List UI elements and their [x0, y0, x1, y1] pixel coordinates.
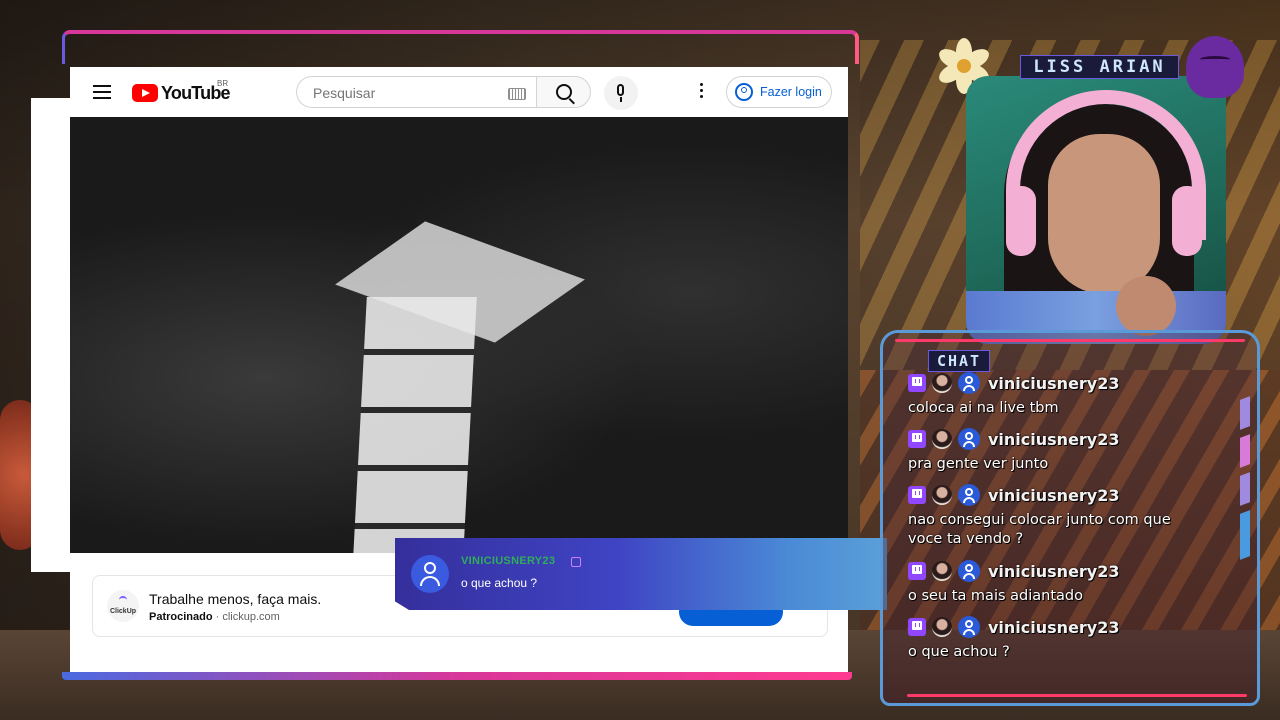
- twitch-icon: [908, 486, 926, 504]
- chat-username: viniciusnery23: [988, 429, 1120, 449]
- search-input[interactable]: [311, 83, 505, 103]
- chat-title: CHAT: [936, 352, 982, 370]
- video-player[interactable]: [70, 117, 848, 553]
- chat-text: o que achou ?: [908, 644, 1010, 660]
- chat-message: viniciusnery23 o que achou ?: [908, 615, 1208, 662]
- more-options-icon[interactable]: [700, 83, 704, 101]
- user-avatar-icon: [411, 555, 449, 593]
- youtube-header: YouTube BR Fazer login: [70, 67, 848, 117]
- neon-frame-top: [62, 30, 859, 64]
- headphone-cup-left: [1006, 186, 1036, 256]
- chat-message: viniciusnery23 nao consegui colocar junt…: [908, 483, 1178, 549]
- search-button[interactable]: [536, 76, 591, 108]
- user-photo-icon: [932, 561, 952, 581]
- user-badge-icon: [958, 560, 980, 582]
- webcam-feed: [966, 76, 1226, 344]
- country-code: BR: [217, 79, 229, 88]
- advertiser-logo: ClickUp: [107, 590, 139, 622]
- ad-meta: Patrocinado · clickup.com: [149, 611, 280, 623]
- chat-text: pra gente ver junto: [908, 456, 1049, 472]
- streamer-name: LISS ARIAN: [1033, 57, 1166, 77]
- user-photo-icon: [932, 485, 952, 505]
- ad-domain[interactable]: clickup.com: [222, 611, 279, 623]
- user-badge-icon: [958, 372, 980, 394]
- user-photo-icon: [932, 373, 952, 393]
- video-frame-lit-walkway: [353, 297, 477, 553]
- search-icon: [556, 84, 572, 100]
- ad-title[interactable]: Trabalhe menos, faça mais.: [149, 591, 321, 607]
- octopus-mascot-icon: [1186, 36, 1244, 98]
- chat-message: viniciusnery23 coloca ai na live tbm: [908, 371, 1208, 418]
- chat-username: viniciusnery23: [988, 617, 1120, 637]
- twitch-badge-icon: [571, 557, 581, 567]
- user-badge-icon: [958, 616, 980, 638]
- streamer-nameplate: LISS ARIAN: [1020, 55, 1179, 79]
- chat-text: nao consegui colocar junto com que voce …: [908, 512, 1171, 547]
- popup-message: o que achou ?: [461, 576, 538, 590]
- chat-alert-popup: VINICIUSNERY23 o que achou ?: [395, 538, 887, 610]
- chat-username: viniciusnery23: [988, 485, 1120, 505]
- webcam-hand: [1116, 276, 1176, 336]
- keyboard-icon[interactable]: [508, 88, 526, 100]
- twitch-icon: [908, 430, 926, 448]
- youtube-play-icon: [132, 84, 158, 102]
- chat-message: viniciusnery23 pra gente ver junto: [908, 427, 1208, 474]
- chat-label: CHAT: [928, 350, 990, 372]
- hamburger-menu-icon[interactable]: [93, 85, 111, 99]
- ad-separator: ·: [212, 611, 223, 623]
- chat-message: viniciusnery23 o seu ta mais adiantado: [908, 559, 1208, 606]
- chat-side-decoration: [1240, 396, 1254, 560]
- chat-username: viniciusnery23: [988, 373, 1120, 393]
- user-badge-icon: [958, 484, 980, 506]
- chat-username: viniciusnery23: [988, 561, 1120, 581]
- twitch-icon: [908, 562, 926, 580]
- microphone-icon: [617, 84, 624, 96]
- headphone-cup-right: [1172, 186, 1202, 256]
- popup-username: VINICIUSNERY23: [461, 555, 556, 567]
- sign-in-label: Fazer login: [760, 85, 822, 99]
- sponsored-label: Patrocinado: [149, 611, 213, 623]
- voice-search-button[interactable]: [604, 76, 638, 110]
- microphone-stand: [620, 97, 622, 102]
- advertiser-logo-text: ClickUp: [109, 608, 137, 615]
- browser-edge: [31, 98, 71, 572]
- sign-in-button[interactable]: Fazer login: [726, 76, 832, 108]
- search-box: [296, 76, 536, 108]
- chat-text: o seu ta mais adiantado: [908, 588, 1083, 604]
- account-icon: [735, 83, 753, 101]
- user-photo-icon: [932, 617, 952, 637]
- clickup-logo-icon: [119, 596, 127, 604]
- neon-frame-bottom: [62, 672, 852, 680]
- youtube-logo[interactable]: YouTube BR: [132, 79, 231, 105]
- twitch-icon: [908, 374, 926, 392]
- user-badge-icon: [958, 428, 980, 450]
- user-photo-icon: [932, 429, 952, 449]
- chat-text: coloca ai na live tbm: [908, 400, 1059, 416]
- twitch-icon: [908, 618, 926, 636]
